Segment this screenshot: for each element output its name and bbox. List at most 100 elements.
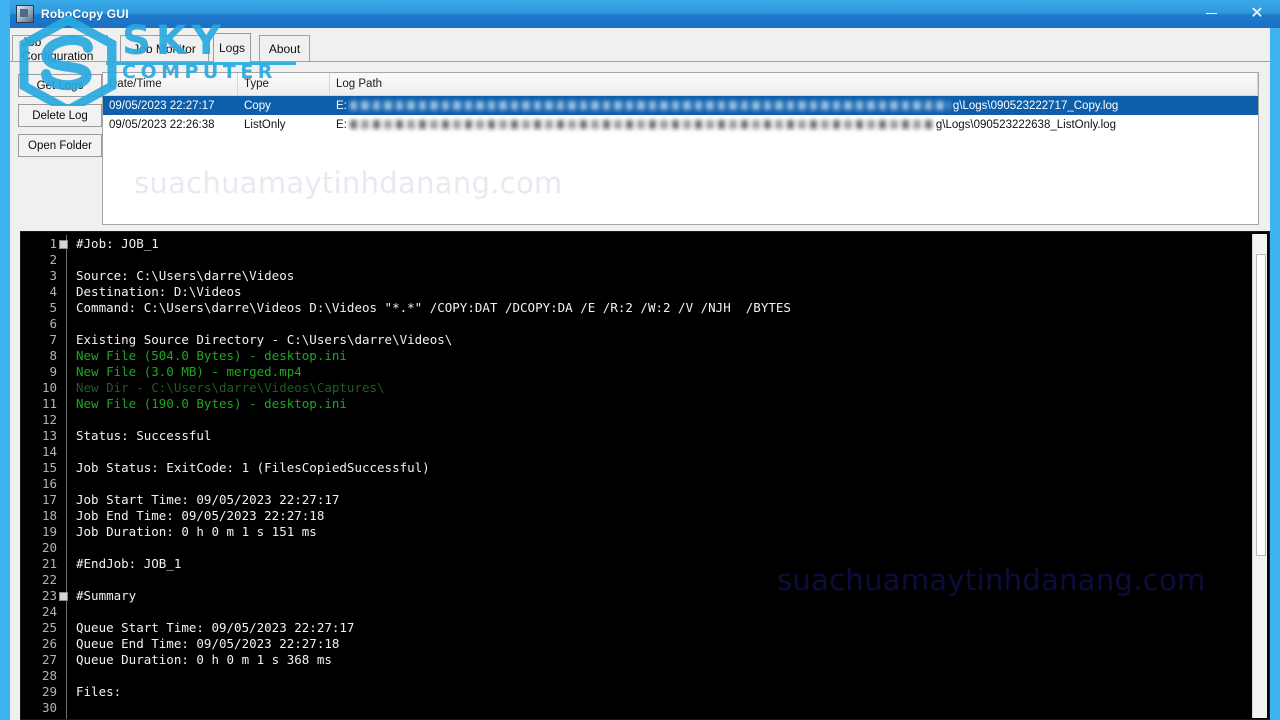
tab-about[interactable]: About bbox=[259, 35, 310, 61]
line-number: 15 bbox=[41, 460, 57, 475]
line-number: 19 bbox=[41, 524, 57, 539]
log-line-text: Existing Source Directory - C:\Users\dar… bbox=[76, 332, 453, 347]
redacted-path-icon bbox=[349, 101, 950, 110]
title-bar: RoboCopy GUI ✕ bbox=[10, 0, 1280, 28]
line-number: 1 bbox=[49, 236, 57, 251]
log-line: 16 bbox=[21, 476, 1246, 492]
line-number: 26 bbox=[41, 636, 57, 651]
tab-job-monitor[interactable]: Job Monitor bbox=[120, 35, 209, 61]
log-line-text: Job Start Time: 09/05/2023 22:27:17 bbox=[76, 492, 340, 507]
tab-label: About bbox=[268, 41, 301, 56]
log-line-text: #EndJob: JOB_1 bbox=[76, 556, 182, 571]
tab-strip: Job Configuration Job Monitor Logs About bbox=[10, 31, 1270, 63]
log-line-text: New Dir - C:\Users\darre\Videos\Captures… bbox=[76, 380, 385, 395]
column-header-log-path[interactable]: Log Path bbox=[330, 73, 1258, 95]
log-viewer[interactable]: 1 #Job: JOB_1 2 3 Source: C:\Users\darre\Vid… bbox=[20, 231, 1270, 720]
delete-log-button[interactable]: Delete Log bbox=[18, 104, 102, 127]
open-folder-label: Open Folder bbox=[28, 139, 92, 152]
line-number: 11 bbox=[41, 396, 57, 411]
log-line: 12 bbox=[21, 412, 1246, 428]
line-number: 4 bbox=[49, 284, 57, 299]
log-line: 19 Job Duration: 0 h 0 m 1 s 151 ms bbox=[21, 524, 1246, 540]
get-logs-label: Get Logs bbox=[36, 79, 84, 92]
tab-logs[interactable]: Logs bbox=[213, 33, 251, 62]
line-number: 8 bbox=[49, 348, 57, 363]
log-line-text: New File (190.0 Bytes) - desktop.ini bbox=[76, 396, 347, 411]
column-header-date-time[interactable]: Date/Time bbox=[103, 73, 238, 95]
log-line: 30 bbox=[21, 700, 1246, 716]
line-number: 10 bbox=[41, 380, 57, 395]
log-line: 7 Existing Source Directory - C:\Users\da… bbox=[21, 332, 1246, 348]
log-line: 15 Job Status: ExitCode: 1 (FilesCopiedSu… bbox=[21, 460, 1246, 476]
log-viewer-scrollbar[interactable] bbox=[1252, 234, 1267, 718]
fold-toggle-icon[interactable] bbox=[59, 591, 68, 601]
tab-job-configuration[interactable]: Job Configuration bbox=[12, 35, 108, 63]
get-logs-button[interactable]: Get Logs bbox=[18, 74, 102, 97]
line-number: 7 bbox=[49, 332, 57, 347]
cell-date-time: 09/05/2023 22:27:17 bbox=[109, 99, 215, 112]
log-line: 8 New File (504.0 Bytes) - desktop.ini bbox=[21, 348, 1246, 364]
line-number: 22 bbox=[41, 572, 57, 587]
line-number: 16 bbox=[41, 476, 57, 491]
close-icon: ✕ bbox=[1250, 5, 1264, 22]
line-number: 18 bbox=[41, 508, 57, 523]
log-list[interactable]: Date/Time Type Log Path 09/05/2023 22:27… bbox=[102, 72, 1259, 225]
log-path-prefix: E: bbox=[336, 99, 347, 112]
line-number: 14 bbox=[41, 444, 57, 459]
line-number: 25 bbox=[41, 620, 57, 635]
log-line: 3 Source: C:\Users\darre\Videos bbox=[21, 268, 1246, 284]
window-controls: ✕ bbox=[1188, 0, 1280, 28]
log-path-suffix: g\Logs\090523222638_ListOnly.log bbox=[935, 118, 1116, 131]
line-number: 5 bbox=[49, 300, 57, 315]
log-line-text: Job Status: ExitCode: 1 (FilesCopiedSucc… bbox=[76, 460, 430, 475]
minimize-button[interactable] bbox=[1188, 0, 1234, 28]
close-button[interactable]: ✕ bbox=[1234, 0, 1280, 28]
table-row[interactable]: 09/05/2023 22:26:38 ListOnly E: g\Logs\0… bbox=[103, 115, 1258, 134]
log-line-text: Queue Start Time: 09/05/2023 22:27:17 bbox=[76, 620, 355, 635]
log-line-text: Job Duration: 0 h 0 m 1 s 151 ms bbox=[76, 524, 317, 539]
log-line-text: #Job: JOB_1 bbox=[76, 236, 159, 251]
cell-log-path: E: g\Logs\090523222638_ListOnly.log bbox=[330, 115, 1258, 134]
log-line: 29 Files: bbox=[21, 684, 1246, 700]
table-row[interactable]: 09/05/2023 22:27:17 Copy E: g\Logs\09052… bbox=[103, 96, 1258, 115]
line-number: 2 bbox=[49, 252, 57, 267]
column-header-type[interactable]: Type bbox=[238, 73, 330, 95]
client-area: Job Configuration Job Monitor Logs About… bbox=[10, 28, 1270, 720]
minimize-icon bbox=[1205, 12, 1217, 14]
open-folder-button[interactable]: Open Folder bbox=[18, 134, 102, 157]
scrollbar-thumb[interactable] bbox=[1256, 254, 1266, 556]
log-line: 22 bbox=[21, 572, 1246, 588]
log-line: 13 Status: Successful bbox=[21, 428, 1246, 444]
log-line: 24 bbox=[21, 604, 1246, 620]
line-number: 21 bbox=[41, 556, 57, 571]
log-line-text: Queue End Time: 09/05/2023 22:27:18 bbox=[76, 636, 340, 651]
line-number: 12 bbox=[41, 412, 57, 427]
log-line-text: New File (504.0 Bytes) - desktop.ini bbox=[76, 348, 347, 363]
delete-log-label: Delete Log bbox=[32, 109, 88, 122]
fold-toggle-icon[interactable] bbox=[59, 239, 68, 249]
log-line: 26 Queue End Time: 09/05/2023 22:27:18 bbox=[21, 636, 1246, 652]
line-number: 28 bbox=[41, 668, 57, 683]
line-number: 9 bbox=[49, 364, 57, 379]
log-line: 5 Command: C:\Users\darre\Videos D:\Video… bbox=[21, 300, 1246, 316]
log-line: 2 bbox=[21, 252, 1246, 268]
log-line-text: Source: C:\Users\darre\Videos bbox=[76, 268, 295, 283]
log-line-text: Files: bbox=[76, 684, 122, 699]
cell-date-time: 09/05/2023 22:26:38 bbox=[109, 118, 215, 131]
line-number: 29 bbox=[41, 684, 57, 699]
